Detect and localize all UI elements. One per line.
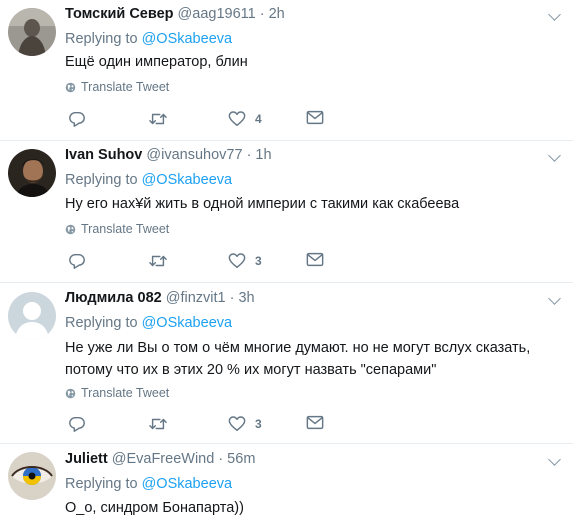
heart-icon (228, 111, 246, 126)
tweet[interactable]: Ivan Suhov @ivansuhov77 · 1h Replying to… (0, 141, 573, 281)
tweet[interactable]: Людмила 082 @finzvit1 · 3h Replying to @… (0, 283, 573, 443)
retweet-icon (149, 255, 167, 267)
like-button[interactable]: 3 (228, 252, 262, 269)
like-count: 4 (255, 111, 262, 126)
replying-to: Replying to @OSkabeeva (65, 31, 232, 47)
direct-message-button[interactable] (306, 252, 324, 267)
replying-to-handle[interactable]: @OSkabeeva (142, 315, 233, 331)
tweet-text: Ну его нах¥й жить в одной империи с таки… (65, 196, 460, 212)
replying-to-label: Replying to (65, 476, 138, 492)
like-count: 3 (255, 253, 262, 268)
like-button[interactable]: 3 (228, 415, 262, 432)
replying-to: Replying to @OSkabeeva (65, 476, 232, 492)
replying-to: Replying to @OSkabeeva (65, 172, 232, 188)
globe-icon (65, 388, 76, 398)
user-handle[interactable]: @finzvit1 (166, 290, 226, 306)
envelope-icon (306, 252, 324, 267)
translate-tweet-link[interactable]: Translate Tweet (65, 80, 169, 94)
tweet-text: Не уже ли Вы о том о чём многие думают. … (65, 340, 531, 378)
tweet-actions: 4 (68, 110, 368, 130)
replying-to-label: Replying to (65, 315, 138, 331)
direct-message-button[interactable] (306, 110, 324, 125)
user-handle[interactable]: @EvaFreeWind (112, 451, 215, 467)
retweet-icon (149, 113, 167, 125)
heart-icon (228, 416, 246, 431)
tweet-actions: 3 (68, 415, 368, 435)
replying-to: Replying to @OSkabeeva (65, 315, 232, 331)
replying-to-label: Replying to (65, 31, 138, 47)
globe-icon (65, 82, 76, 92)
avatar[interactable] (8, 452, 56, 500)
tweet[interactable]: Juliett @EvaFreeWind · 56m Replying to @… (0, 444, 573, 523)
display-name[interactable]: Juliett (65, 451, 108, 467)
envelope-icon (306, 415, 324, 430)
avatar[interactable] (8, 292, 56, 340)
direct-message-button[interactable] (306, 415, 324, 430)
retweet-button[interactable] (148, 415, 168, 433)
envelope-icon (306, 110, 324, 125)
replying-to-handle[interactable]: @OSkabeeva (142, 31, 233, 47)
reply-icon (69, 416, 85, 432)
retweet-button[interactable] (148, 110, 168, 128)
chevron-down-icon[interactable] (548, 8, 561, 21)
reply-button[interactable] (68, 252, 86, 270)
replying-to-handle[interactable]: @OSkabeeva (142, 172, 233, 188)
translate-label[interactable]: Translate Tweet (81, 222, 169, 236)
tweet-text: Ещё один император, блин (65, 54, 248, 70)
reply-icon (69, 111, 85, 127)
retweet-button[interactable] (148, 252, 168, 270)
globe-icon (65, 224, 76, 234)
avatar[interactable] (8, 149, 56, 197)
tweet-text: О_о, синдром Бонапарта)) (65, 500, 244, 516)
tweet[interactable]: Томский Север @aag19611 · 2h Replying to… (0, 0, 573, 140)
like-count: 3 (255, 416, 262, 431)
translate-tweet-link[interactable]: Translate Tweet (65, 386, 169, 400)
timestamp[interactable]: · 1h (247, 147, 272, 163)
chevron-down-icon[interactable] (548, 453, 561, 466)
display-name[interactable]: Людмила 082 (65, 290, 162, 306)
timestamp[interactable]: · 56m (218, 451, 255, 467)
translate-label[interactable]: Translate Tweet (81, 386, 169, 400)
chevron-down-icon[interactable] (548, 292, 561, 305)
replying-to-handle[interactable]: @OSkabeeva (142, 476, 233, 492)
reply-button[interactable] (68, 110, 86, 128)
tweet-actions: 3 (68, 252, 368, 272)
display-name[interactable]: Томский Север (65, 6, 174, 22)
user-handle[interactable]: @aag19611 (178, 6, 256, 22)
timestamp[interactable]: · 3h (230, 290, 255, 306)
user-handle[interactable]: @ivansuhov77 (146, 147, 242, 163)
replying-to-label: Replying to (65, 172, 138, 188)
chevron-down-icon[interactable] (548, 149, 561, 162)
avatar[interactable] (8, 8, 56, 56)
reply-icon (69, 253, 85, 269)
timestamp[interactable]: · 2h (260, 6, 285, 22)
reply-button[interactable] (68, 415, 86, 433)
translate-label[interactable]: Translate Tweet (81, 80, 169, 94)
retweet-icon (149, 418, 167, 430)
heart-icon (228, 253, 246, 268)
translate-tweet-link[interactable]: Translate Tweet (65, 222, 169, 236)
like-button[interactable]: 4 (228, 110, 262, 127)
display-name[interactable]: Ivan Suhov (65, 147, 142, 163)
